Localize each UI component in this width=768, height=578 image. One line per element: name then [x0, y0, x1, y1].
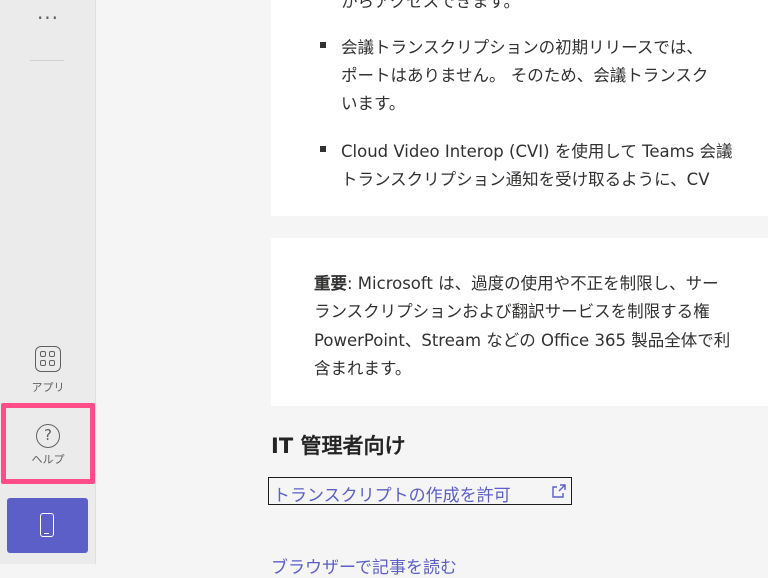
- important-notice-card: 重要: Microsoft は、過度の使用や不正を制限し、サー ランスクリプショ…: [271, 238, 768, 406]
- rail-item-help[interactable]: ? ヘルプ: [1, 403, 95, 484]
- link-label: ブラウザーで記事を読む: [271, 558, 457, 578]
- paragraph-text: います。: [341, 94, 406, 113]
- paragraph-text: PowerPoint、Stream などの Office 365 製品全体で利: [314, 331, 731, 350]
- allow-transcript-link[interactable]: トランスクリプトの作成を許可: [268, 477, 572, 506]
- paragraph-text: ランスクリプションおよび翻訳サービスを制限する権: [314, 302, 710, 321]
- help-icon: ?: [36, 424, 60, 448]
- read-in-browser-link[interactable]: ブラウザーで記事を読む: [271, 553, 457, 578]
- bullet-marker: [320, 146, 326, 152]
- rail-divider: [30, 60, 64, 61]
- bullet-marker: [320, 42, 326, 48]
- rail-item-label: アプリ: [31, 381, 65, 394]
- important-line: 重要: Microsoft は、過度の使用や不正を制限し、サー: [314, 270, 719, 294]
- apps-grid-icon: [35, 346, 61, 372]
- rail-item-label: ヘルプ: [31, 453, 65, 466]
- link-label: トランスクリプトの作成を許可: [273, 486, 511, 506]
- section-heading: IT 管理者向け: [271, 434, 406, 458]
- external-link-icon: [552, 484, 566, 498]
- phone-icon: [40, 513, 54, 537]
- paragraph-text: Cloud Video Interop (CVI) を使用して Teams 会議: [341, 142, 733, 161]
- rail-item-apps[interactable]: アプリ: [8, 346, 88, 395]
- notes-card: からアクセスできます。 会議トランスクリプションの初期リリースでは、 ポートはあ…: [271, 0, 768, 216]
- left-app-rail: ··· アプリ ? ヘルプ: [0, 0, 96, 564]
- important-label: 重要: [314, 274, 347, 293]
- paragraph-text: ポートはありません。 そのため、会議トランスク: [341, 66, 709, 85]
- rail-item-device[interactable]: [7, 498, 88, 553]
- paragraph-text: トランスクリプション通知を受け取るように、CV: [341, 170, 710, 189]
- paragraph-text: 会議トランスクリプションの初期リリースでは、: [341, 38, 703, 57]
- paragraph-text: 含まれます。: [314, 359, 412, 378]
- paragraph-text: からアクセスできます。: [341, 0, 521, 11]
- more-apps-icon[interactable]: ···: [28, 4, 68, 32]
- paragraph-text: : Microsoft は、過度の使用や不正を制限し、サー: [347, 274, 719, 293]
